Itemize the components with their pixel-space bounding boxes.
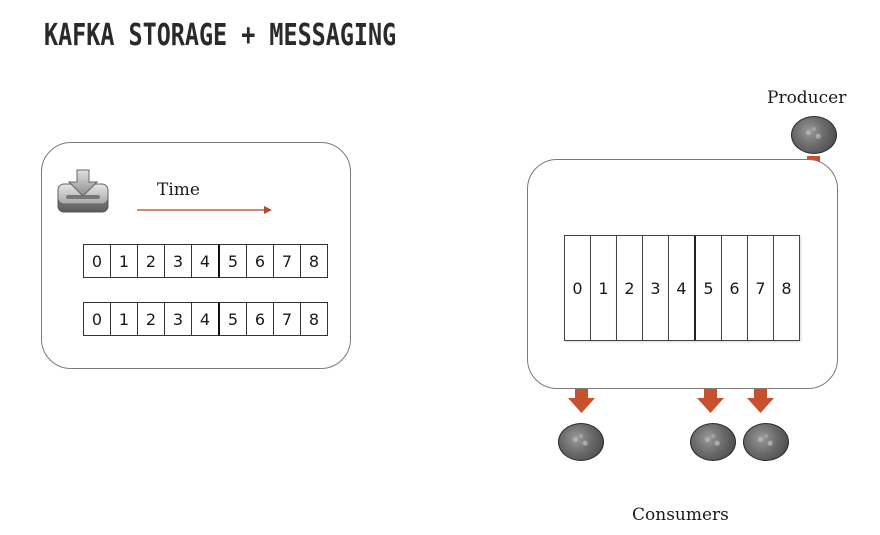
partition-offset-cell: 1 (590, 235, 617, 341)
partition-offset-cell: 2 (616, 235, 643, 341)
time-arrow (137, 206, 272, 214)
log-offset-cell: 7 (273, 244, 301, 278)
storage-log-row-2: 012345678 (83, 302, 328, 336)
partition-offset-cell: 5 (694, 235, 722, 341)
log-offset-cell: 6 (246, 244, 274, 278)
log-offset-cell: 2 (137, 302, 165, 336)
producer-node (791, 116, 837, 154)
partition-log: 012345678 (564, 235, 800, 341)
download-disk-icon (57, 169, 109, 213)
log-offset-cell: 4 (191, 244, 219, 278)
log-offset-cell: 5 (218, 302, 247, 336)
log-offset-cell: 5 (218, 244, 247, 278)
consumers-label: Consumers (632, 505, 729, 525)
partition-offset-cell: 0 (564, 235, 591, 341)
log-offset-cell: 0 (83, 244, 111, 278)
storage-log-row-1: 012345678 (83, 244, 328, 278)
consumer-node-3 (743, 423, 789, 461)
log-offset-cell: 8 (300, 302, 328, 336)
log-offset-cell: 3 (164, 302, 192, 336)
log-offset-cell: 2 (137, 244, 165, 278)
partition-offset-cell: 6 (721, 235, 748, 341)
consumer-node-1 (558, 423, 604, 461)
partition-offset-cell: 4 (668, 235, 695, 341)
partition-offset-cell: 8 (773, 235, 800, 341)
partition-offset-cell: 3 (642, 235, 669, 341)
log-offset-cell: 1 (110, 244, 138, 278)
producer-label: Producer (767, 88, 847, 108)
consumer-node-2 (690, 423, 736, 461)
log-offset-cell: 6 (246, 302, 274, 336)
log-offset-cell: 0 (83, 302, 111, 336)
time-label: Time (157, 180, 200, 200)
log-offset-cell: 1 (110, 302, 138, 336)
log-offset-cell: 4 (191, 302, 219, 336)
log-offset-cell: 3 (164, 244, 192, 278)
log-offset-cell: 7 (273, 302, 301, 336)
partition-offset-cell: 7 (747, 235, 774, 341)
log-offset-cell: 8 (300, 244, 328, 278)
